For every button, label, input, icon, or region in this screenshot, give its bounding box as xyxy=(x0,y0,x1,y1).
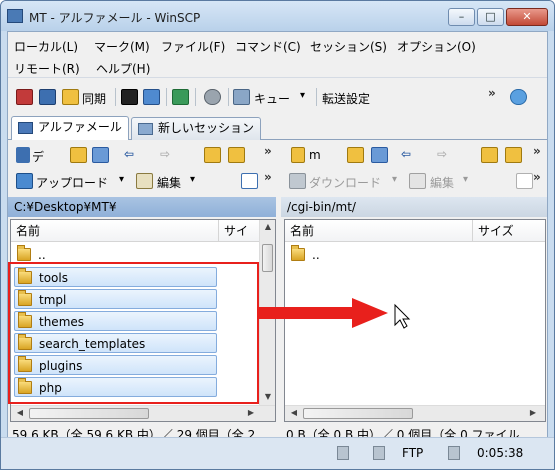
mouse-cursor-icon xyxy=(394,303,411,329)
drag-arrow-icon xyxy=(258,298,388,328)
annotation-overlay xyxy=(258,298,411,329)
